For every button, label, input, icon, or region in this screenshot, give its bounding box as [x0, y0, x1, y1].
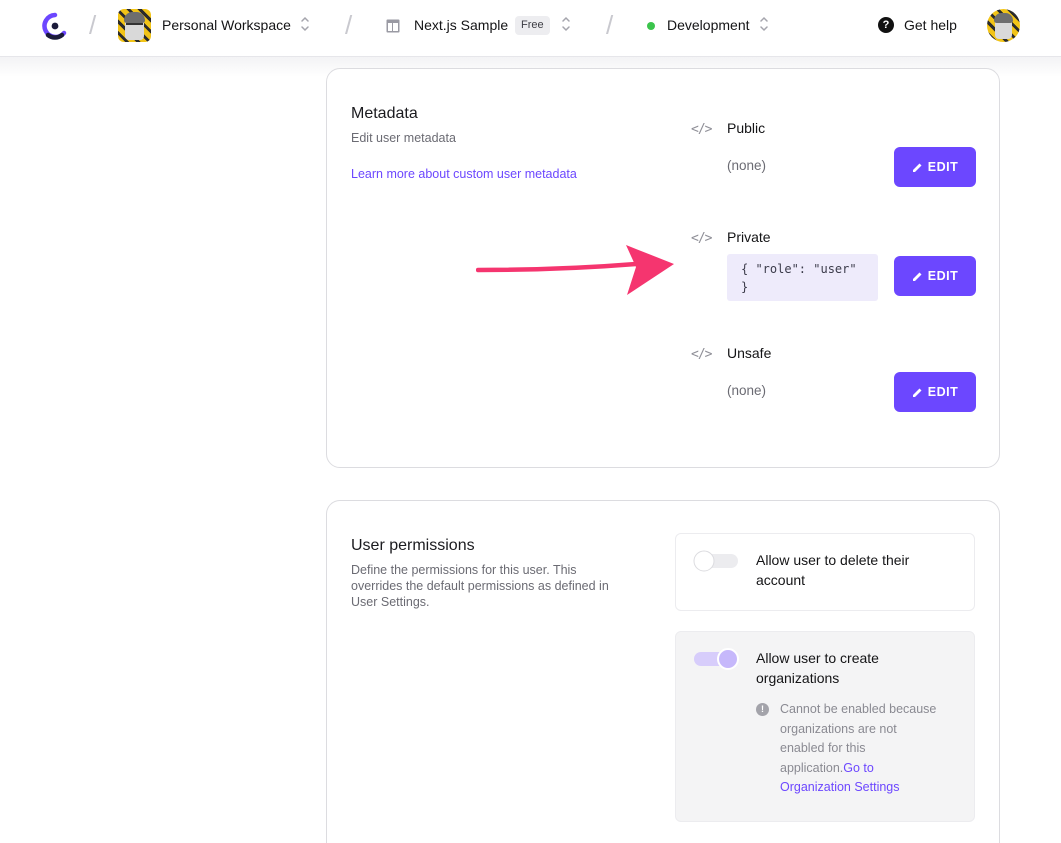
edit-private-metadata-button[interactable]: EDIT	[894, 256, 976, 296]
private-metadata-json: { "role": "user" }	[727, 254, 878, 301]
environment-status-dot	[647, 22, 655, 30]
pencil-icon	[912, 163, 922, 172]
permissions-title: User permissions	[351, 537, 475, 554]
user-permissions-card: User permissions Define the permissions …	[326, 500, 1000, 843]
plan-badge: Free	[515, 16, 550, 35]
edit-unsafe-metadata-button[interactable]: EDIT	[894, 372, 976, 412]
project-name[interactable]: Next.js Sample	[414, 17, 508, 33]
breadcrumb-separator: /	[345, 10, 353, 40]
pencil-icon	[912, 388, 922, 397]
code-icon: </>	[691, 231, 712, 246]
breadcrumb-separator: /	[89, 10, 97, 40]
learn-more-metadata-link[interactable]: Learn more about custom user metadata	[351, 167, 577, 181]
workspace-switcher-chevron-icon[interactable]	[300, 14, 310, 34]
workspace-name[interactable]: Personal Workspace	[162, 17, 291, 33]
organization-settings-link[interactable]: Go to	[843, 761, 874, 775]
metadata-subtitle: Edit user metadata	[351, 131, 456, 145]
delete-account-toggle[interactable]	[692, 549, 740, 573]
organization-settings-link[interactable]: Organization Settings	[780, 778, 965, 798]
user-avatar[interactable]	[987, 9, 1020, 42]
clerk-logo-icon[interactable]	[42, 12, 68, 40]
public-metadata-value: (none)	[727, 158, 767, 173]
environment-switcher-chevron-icon[interactable]	[759, 14, 769, 34]
delete-account-permission: Allow user to delete their account	[675, 533, 975, 611]
annotation-arrow-icon	[476, 245, 674, 295]
create-organizations-label: Allow user to create organizations	[756, 650, 879, 686]
pencil-icon	[912, 272, 922, 281]
environment-name[interactable]: Development	[667, 17, 750, 33]
code-icon: </>	[691, 122, 712, 137]
unsafe-metadata-value: (none)	[727, 383, 767, 398]
edit-public-metadata-button[interactable]: EDIT	[894, 147, 976, 187]
organizations-disabled-note: Cannot be enabled because organizations …	[780, 700, 965, 798]
private-metadata-label: Private	[727, 229, 771, 245]
workspace-avatar[interactable]	[118, 9, 151, 42]
info-icon: !	[756, 703, 769, 716]
public-metadata-label: Public	[727, 120, 766, 136]
top-navigation-bar: / Personal Workspace / Next.js Sample Fr…	[0, 0, 1061, 57]
permissions-subtitle: Define the permissions for this user. Th…	[351, 563, 609, 609]
create-organizations-toggle	[694, 648, 739, 670]
unsafe-metadata-label: Unsafe	[727, 345, 772, 361]
metadata-title: Metadata	[351, 105, 418, 122]
code-icon: </>	[691, 347, 712, 362]
project-switcher-chevron-icon[interactable]	[561, 14, 571, 34]
get-help-link[interactable]: Get help	[904, 17, 957, 33]
create-organizations-permission: Allow user to create organizations ! Can…	[675, 631, 975, 822]
help-icon[interactable]: ?	[878, 17, 894, 33]
breadcrumb-separator: /	[606, 10, 614, 40]
delete-account-label: Allow user to delete their account	[756, 552, 910, 588]
application-icon	[386, 19, 400, 33]
